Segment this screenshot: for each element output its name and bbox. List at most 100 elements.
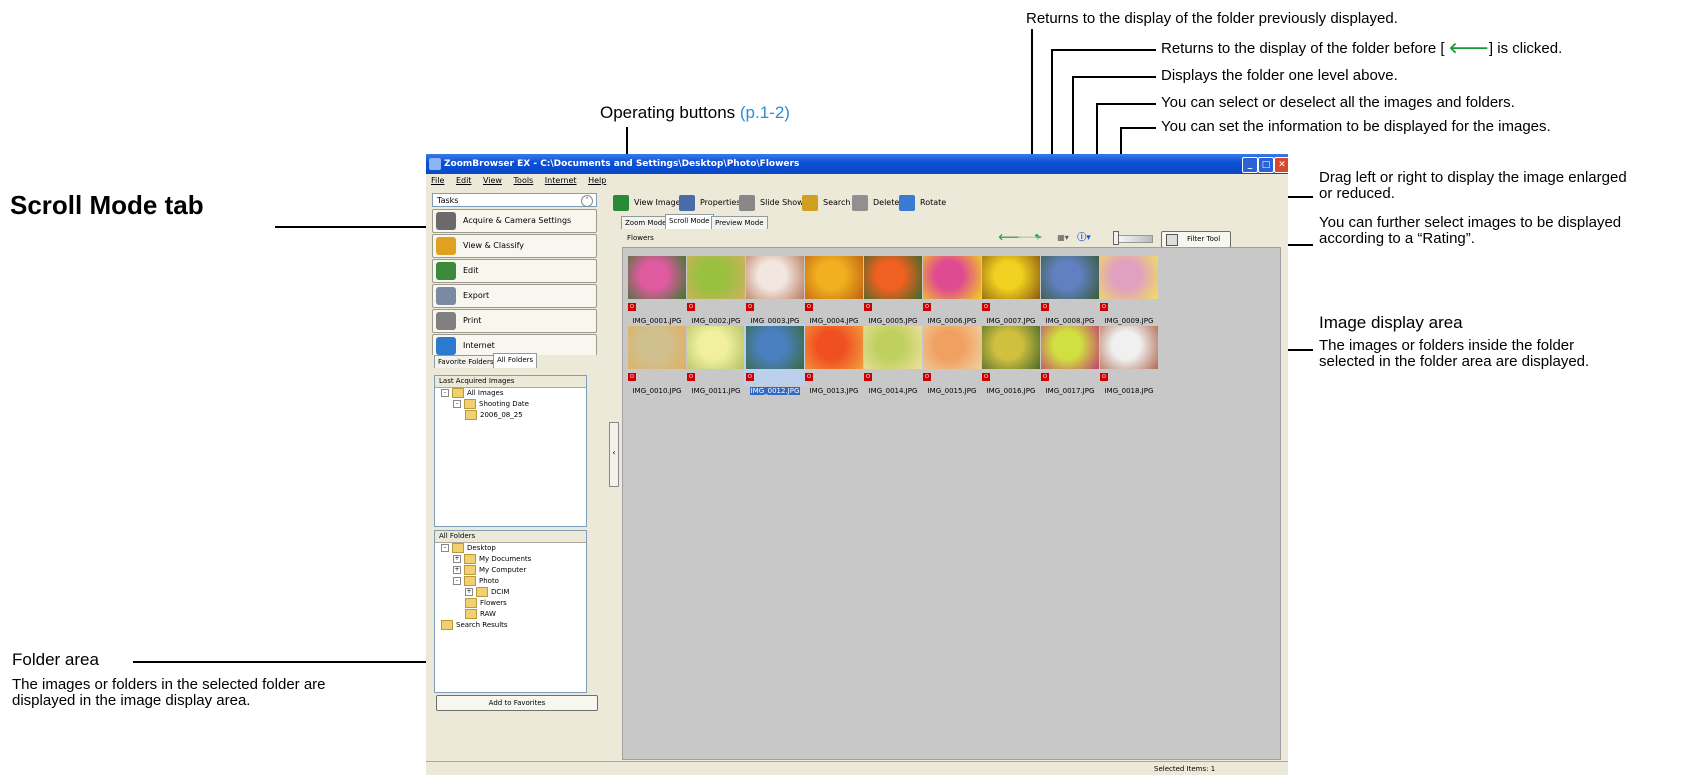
tree-item[interactable]: + DCIM (465, 587, 509, 598)
image-thumbnail[interactable]: O IMG_0013.JPG (803, 324, 865, 395)
image-thumbnail[interactable]: O IMG_0007.JPG (980, 254, 1042, 325)
tree-item[interactable]: + My Computer (453, 565, 526, 576)
tree-item[interactable]: RAW (465, 609, 496, 620)
expand-toggle-icon[interactable]: - (441, 389, 449, 397)
thumbnail-filename: IMG_0017.JPG (1045, 387, 1095, 395)
all-folders-header: All Folders (435, 531, 586, 543)
menu-file[interactable]: File (431, 176, 444, 185)
tree-item[interactable]: - All Images (441, 388, 503, 399)
image-thumbnail[interactable]: O IMG_0010.JPG (626, 324, 688, 395)
menu-help[interactable]: Help (588, 176, 606, 185)
up-folder-icon[interactable]: ⬑ (1033, 233, 1043, 243)
image-thumbnail[interactable]: O IMG_0001.JPG (626, 254, 688, 325)
expand-toggle-icon[interactable]: + (453, 566, 461, 574)
image-display-area[interactable]: O IMG_0001.JPG O IMG_0002.JPG O IMG_0003.JPG O… (622, 247, 1281, 760)
tree-item[interactable]: - Photo (453, 576, 499, 587)
thumbnail-image (805, 326, 863, 369)
task-button-edit[interactable]: Edit (432, 259, 597, 283)
image-thumbnail[interactable]: O IMG_0011.JPG (685, 324, 747, 395)
tree-item[interactable]: - Shooting Date (453, 399, 529, 410)
view-classify-icon (436, 237, 456, 255)
search-icon (802, 195, 818, 211)
menu-edit[interactable]: Edit (456, 176, 472, 185)
search-label: Search (823, 198, 851, 207)
annotation-nav-back: Returns to the display of the folder pre… (1026, 10, 1398, 27)
image-thumbnail[interactable]: O IMG_0004.JPG (803, 254, 865, 325)
view-image-label: View Image (634, 198, 681, 207)
folder-icon (476, 587, 488, 597)
annotation-image-area-title: Image display area (1319, 313, 1463, 332)
last-acquired-panel: Last Acquired Images - All Images - Shootin… (434, 375, 587, 527)
menu-view[interactable]: View (483, 176, 502, 185)
thumbnail-filename: IMG_0018.JPG (1104, 387, 1154, 395)
image-thumbnail[interactable]: O IMG_0008.JPG (1039, 254, 1101, 325)
image-thumbnail[interactable]: O IMG_0017.JPG (1039, 324, 1101, 395)
folder-bar: Flowers 🡐 🡒 ⬑ ▦▾ ⓘ▾ Filter Tool (619, 229, 1286, 248)
protect-icon: O (982, 373, 990, 381)
tab-zoom-mode[interactable]: Zoom Mode (621, 216, 671, 229)
tab-preview-mode[interactable]: Preview Mode (711, 216, 768, 229)
folder-icon (464, 399, 476, 409)
forward-arrow-icon[interactable]: 🡒 (1017, 233, 1041, 243)
expand-toggle-icon[interactable]: - (441, 544, 449, 552)
image-thumbnail[interactable]: O IMG_0005.JPG (862, 254, 924, 325)
image-thumbnail[interactable]: O IMG_0012.JPG (744, 324, 806, 395)
filter-icon (1166, 234, 1178, 246)
leader-up-h (1072, 76, 1156, 78)
info-icon[interactable]: ⓘ▾ (1076, 233, 1092, 243)
image-thumbnail[interactable]: O IMG_0018.JPG (1098, 324, 1160, 395)
image-thumbnail[interactable]: O IMG_0016.JPG (980, 324, 1042, 395)
tab-scroll-mode[interactable]: Scroll Mode (665, 214, 714, 229)
image-thumbnail[interactable]: O IMG_0002.JPG (685, 254, 747, 325)
maximize-button[interactable]: □ (1258, 157, 1274, 173)
main-view: Zoom Mode Scroll Mode Preview Mode Flowe… (619, 214, 1286, 761)
add-to-favorites-button[interactable]: Add to Favorites (436, 695, 598, 711)
task-button-export[interactable]: Export (432, 284, 597, 308)
chevron-up-icon[interactable]: ˆ (581, 195, 593, 207)
expand-toggle-icon[interactable]: - (453, 400, 461, 408)
thumbnail-caption: IMG_0017.JPG (1037, 386, 1103, 396)
task-button-view-classify[interactable]: View & Classify (432, 234, 597, 258)
tree-item[interactable]: Flowers (465, 598, 507, 609)
image-thumbnail[interactable]: O IMG_0009.JPG (1098, 254, 1160, 325)
image-thumbnail[interactable]: O IMG_0014.JPG (862, 324, 924, 395)
tab-all-folders[interactable]: All Folders (493, 353, 538, 368)
expand-toggle-icon[interactable]: - (453, 577, 461, 585)
tab-favorite-folders[interactable]: Favorite Folders (434, 355, 498, 368)
current-folder-name: Flowers (627, 234, 654, 242)
zoom-slider[interactable] (1113, 235, 1153, 243)
task-button-print[interactable]: Print (432, 309, 597, 333)
annotation-info: You can set the information to be displa… (1161, 118, 1551, 135)
annotation-nav-forward: Returns to the display of the folder bef… (1161, 40, 1563, 57)
delete-icon (852, 195, 868, 211)
task-button-label: Edit (463, 266, 479, 275)
panel-splitter[interactable]: ‹ (609, 422, 619, 487)
thumbnail-caption: IMG_0016.JPG (978, 386, 1044, 396)
menu-internet[interactable]: Internet (545, 176, 577, 185)
image-thumbnail[interactable]: O IMG_0006.JPG (921, 254, 983, 325)
leader-selectall-h (1096, 103, 1156, 105)
filter-tool-button[interactable]: Filter Tool (1161, 231, 1231, 248)
image-thumbnail[interactable]: O IMG_0015.JPG (921, 324, 983, 395)
tasks-dropdown[interactable]: Tasks ˆ (432, 193, 597, 207)
select-all-icon[interactable]: ▦▾ (1055, 233, 1071, 243)
image-thumbnail[interactable]: O IMG_0003.JPG (744, 254, 806, 325)
task-button-acquire[interactable]: Acquire & Camera Settings (432, 209, 597, 233)
tree-item-label: My Computer (479, 566, 527, 574)
tree-item[interactable]: + My Documents (453, 554, 531, 565)
minimize-button[interactable]: _ (1242, 157, 1258, 173)
back-arrow-icon[interactable]: 🡐 (998, 233, 1022, 243)
tree-item[interactable]: 2006_08_25 (465, 410, 523, 421)
close-button[interactable]: ✕ (1274, 157, 1288, 173)
expand-toggle-icon[interactable]: + (465, 588, 473, 596)
tree-item[interactable]: - Desktop (441, 543, 496, 554)
thumbnail-image (982, 256, 1040, 299)
task-button-label: Acquire & Camera Settings (463, 216, 572, 225)
tree-item[interactable]: Search Results (441, 620, 508, 631)
properties-icon (679, 195, 695, 211)
thumbnail-caption: IMG_0013.JPG (801, 386, 867, 396)
protect-icon: O (805, 303, 813, 311)
menu-tools[interactable]: Tools (514, 176, 534, 185)
expand-toggle-icon[interactable]: + (453, 555, 461, 563)
zoom-slider-thumb[interactable] (1113, 231, 1119, 245)
